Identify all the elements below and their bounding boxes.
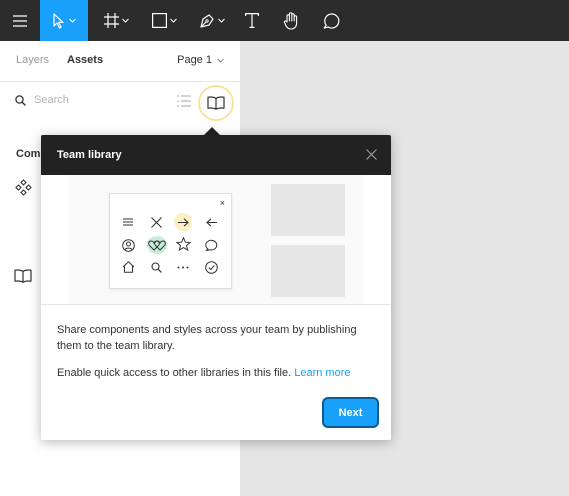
icon-library-card: ×: [109, 193, 232, 289]
learn-more-link[interactable]: Learn more: [294, 367, 350, 379]
components-section-label: Com: [16, 148, 41, 160]
move-tool-button[interactable]: [40, 0, 88, 41]
chevron-down-icon: [169, 18, 177, 23]
modal-pointer: [204, 127, 220, 135]
chevron-down-icon: [217, 58, 224, 63]
text-icon: [245, 13, 259, 28]
placeholder-box-bottom: [271, 245, 345, 297]
rectangle-icon: [151, 13, 167, 28]
user-icon: [119, 236, 137, 254]
modal-description-secondary: Enable quick access to other libraries i…: [57, 365, 377, 381]
pen-icon: [200, 13, 214, 28]
toolbar: [0, 0, 569, 41]
panel-tabs: Layers Assets Page 1: [0, 41, 240, 82]
shape-tool-button[interactable]: [144, 0, 184, 41]
modal-header: Team library: [41, 135, 391, 175]
search-icon: [147, 258, 165, 276]
card-close-icon: ×: [219, 198, 225, 208]
hand-icon: [283, 11, 297, 30]
book-icon: [207, 96, 225, 110]
hamburger-icon: [13, 14, 27, 27]
modal-description-primary: Share components and styles across your …: [57, 324, 357, 352]
speech-icon: [202, 236, 220, 254]
comment-icon: [323, 13, 339, 29]
chevron-down-icon: [69, 18, 76, 23]
hearts-icon: [147, 236, 167, 254]
cursor-icon: [53, 12, 64, 29]
asset-search-row: [0, 82, 240, 122]
search-input[interactable]: [34, 94, 154, 106]
page-selector-label: Page 1: [177, 54, 212, 66]
frame-icon: [103, 13, 119, 28]
search-icon: [15, 95, 26, 106]
modal-title: Team library: [57, 149, 122, 161]
chevron-down-icon: [218, 18, 225, 23]
check-icon: [202, 258, 220, 276]
list-view-icon[interactable]: [177, 95, 191, 107]
arrow-left-icon: [202, 213, 220, 231]
next-button[interactable]: Next: [322, 397, 379, 428]
pen-tool-button[interactable]: [192, 0, 232, 41]
close-icon[interactable]: [366, 149, 377, 160]
component-icon: [15, 179, 32, 196]
tab-layers[interactable]: Layers: [16, 54, 49, 66]
book-icon: [14, 269, 32, 283]
home-icon: [119, 258, 137, 276]
close-icon: [147, 213, 165, 231]
chevron-down-icon: [121, 18, 129, 23]
placeholder-box-top: [271, 184, 345, 236]
more-icon: [174, 258, 192, 276]
library-illustration: ×: [41, 175, 391, 305]
page-selector[interactable]: Page 1: [177, 54, 224, 66]
arrow-right-icon: [174, 213, 192, 231]
comment-tool-button[interactable]: [319, 0, 343, 41]
tab-assets[interactable]: Assets: [67, 54, 103, 66]
star-icon: [174, 235, 192, 253]
modal-description-secondary-text: Enable quick access to other libraries i…: [57, 367, 292, 379]
team-library-button[interactable]: [198, 85, 234, 121]
text-tool-button[interactable]: [240, 0, 264, 41]
team-library-modal: Team library × Share components and styl…: [41, 135, 391, 440]
frame-tool-button[interactable]: [96, 0, 136, 41]
hand-tool-button[interactable]: [279, 0, 303, 41]
menu-icon: [119, 213, 137, 231]
main-menu-button[interactable]: [0, 0, 40, 41]
